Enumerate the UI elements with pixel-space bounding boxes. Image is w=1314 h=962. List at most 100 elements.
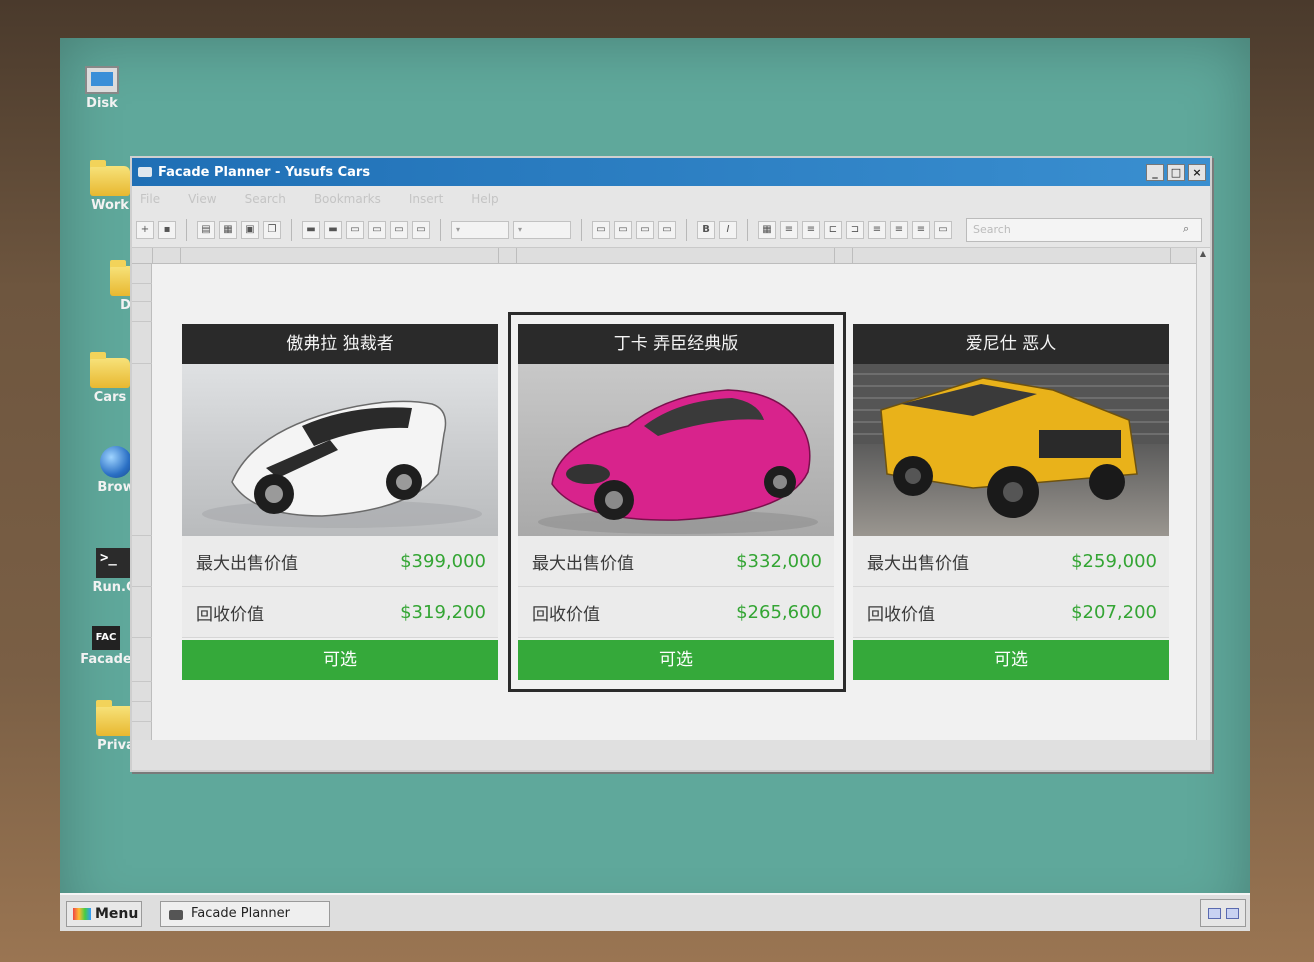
column-header-cell[interactable]	[834, 248, 852, 264]
italic-icon[interactable]: I	[719, 220, 737, 239]
minimize-button[interactable]: _	[1146, 163, 1164, 181]
max-sale-row: 最大出售价值 $399,000	[182, 536, 498, 587]
trade-in-label: 回收价值	[532, 604, 600, 625]
row-header-cell[interactable]	[132, 587, 152, 638]
desktop-icon-label: Cars	[93, 390, 127, 405]
menu-file[interactable]: File	[140, 192, 160, 206]
row-header-cell[interactable]	[132, 682, 152, 702]
app-icon	[138, 167, 152, 177]
column-header-cell[interactable]	[516, 248, 834, 264]
search-icon: ⌕	[1183, 221, 1190, 235]
spreadsheet-icon[interactable]: ▦	[219, 220, 237, 239]
max-sale-label: 最大出售价值	[196, 553, 298, 574]
trade-in-value: $265,600	[736, 601, 822, 623]
outdent-icon[interactable]: ⊐	[846, 220, 864, 239]
facade-icon: FAC	[92, 626, 120, 650]
window-title: Facade Planner - Yusufs Cars	[158, 164, 371, 180]
car-image	[182, 364, 498, 536]
trade-in-value: $319,200	[400, 601, 486, 623]
trade-in-value: $207,200	[1071, 601, 1157, 623]
row-header	[132, 264, 152, 740]
border-icon[interactable]: ▭	[636, 220, 654, 239]
toolbar-divider	[440, 218, 441, 241]
indent-icon[interactable]: ⊏	[824, 220, 842, 239]
max-sale-row: 最大出售价值 $259,000	[853, 536, 1169, 587]
insert-cell-icon[interactable]: ▭	[390, 220, 408, 239]
font-size-select[interactable]: ▾	[451, 220, 509, 239]
bold-icon[interactable]: B	[697, 220, 715, 239]
start-menu-button[interactable]: Menu	[66, 901, 142, 927]
mail-icon[interactable]	[1207, 907, 1221, 919]
border-icon[interactable]: ▭	[658, 220, 676, 239]
start-logo-icon	[73, 908, 91, 920]
insert-row-icon[interactable]: ▭	[346, 220, 364, 239]
save-icon[interactable]: ▪	[158, 220, 176, 239]
close-button[interactable]: ×	[1188, 163, 1206, 181]
maximize-button[interactable]: □	[1167, 163, 1185, 181]
folder-icon	[90, 160, 130, 196]
menu-insert[interactable]: Insert	[409, 192, 443, 206]
column-header-cell[interactable]	[1170, 248, 1196, 264]
row-header-cell[interactable]	[132, 302, 152, 322]
toolbar-divider	[686, 218, 687, 241]
column-header-cell[interactable]	[180, 248, 498, 264]
globe-icon	[100, 446, 132, 478]
document-icon[interactable]: ▤	[197, 220, 215, 239]
align-block-icon[interactable]: ▬	[302, 220, 320, 239]
desktop: Disk Work Do Cars Brow >_ Run.C FAC Faca…	[60, 38, 1250, 931]
copy-icon[interactable]: ❐	[263, 220, 281, 239]
trade-in-row: 回收价值 $207,200	[853, 587, 1169, 638]
max-sale-row: 最大出售价值 $332,000	[518, 536, 834, 587]
row-header-cell[interactable]	[132, 322, 152, 364]
justify-right-icon[interactable]: ≡	[912, 220, 930, 239]
vertical-scrollbar[interactable]: ▲	[1196, 248, 1210, 740]
car-illustration	[853, 364, 1169, 518]
folder-icon	[90, 352, 130, 388]
menu-search[interactable]: Search	[245, 192, 286, 206]
computer-icon	[85, 66, 119, 94]
new-file-icon[interactable]: +	[136, 220, 154, 239]
align-center-icon[interactable]: ≡	[802, 220, 820, 239]
menu-help[interactable]: Help	[471, 192, 498, 206]
row-header-cell[interactable]	[132, 284, 152, 302]
scroll-up-icon[interactable]: ▲	[1197, 248, 1209, 260]
window-titlebar[interactable]: Facade Planner - Yusufs Cars _ □ ×	[132, 158, 1210, 186]
display-icon[interactable]	[1225, 907, 1239, 919]
taskbar-item-facade-planner[interactable]: Facade Planner	[160, 901, 330, 927]
column-header-cell[interactable]	[498, 248, 516, 264]
insert-col-icon[interactable]: ▭	[368, 220, 386, 239]
desktop-icon-disk[interactable]: Disk	[62, 66, 142, 111]
image-icon[interactable]: ▣	[241, 220, 259, 239]
search-placeholder: Search	[973, 222, 1011, 236]
facade-planner-window: Facade Planner - Yusufs Cars _ □ × File …	[130, 156, 1212, 772]
column-header-cell[interactable]	[152, 248, 180, 264]
row-header-cell[interactable]	[132, 536, 152, 587]
justify-center-icon[interactable]: ≡	[890, 220, 908, 239]
search-input[interactable]: Search ⌕	[966, 217, 1202, 242]
column-header-cell[interactable]	[852, 248, 1170, 264]
table-icon[interactable]: ▦	[758, 220, 776, 239]
frame-icon[interactable]: ▭	[934, 220, 952, 239]
row-header-cell[interactable]	[132, 364, 152, 536]
delete-cell-icon[interactable]: ▭	[412, 220, 430, 239]
row-header-cell[interactable]	[132, 264, 152, 284]
available-button[interactable]: 可选	[853, 640, 1169, 680]
row-header-cell[interactable]	[132, 638, 152, 682]
available-button[interactable]: 可选	[182, 640, 498, 680]
menu-bar: File View Search Bookmarks Insert Help	[132, 186, 1210, 212]
justify-left-icon[interactable]: ≡	[868, 220, 886, 239]
car-name: 傲弗拉 独裁者	[182, 324, 498, 364]
align-left-icon[interactable]: ≡	[780, 220, 798, 239]
border-icon[interactable]: ▭	[614, 220, 632, 239]
max-sale-value: $399,000	[400, 550, 486, 572]
toolbar-divider	[291, 218, 292, 241]
row-header-cell[interactable]	[132, 702, 152, 722]
border-icon[interactable]: ▭	[592, 220, 610, 239]
car-illustration	[202, 400, 482, 528]
line-spacing-select[interactable]: ▾	[513, 220, 571, 239]
menu-bookmarks[interactable]: Bookmarks	[314, 192, 381, 206]
available-button[interactable]: 可选	[518, 640, 834, 680]
menu-view[interactable]: View	[188, 192, 216, 206]
toolbar-divider	[186, 218, 187, 241]
align-block-icon[interactable]: ▬	[324, 220, 342, 239]
